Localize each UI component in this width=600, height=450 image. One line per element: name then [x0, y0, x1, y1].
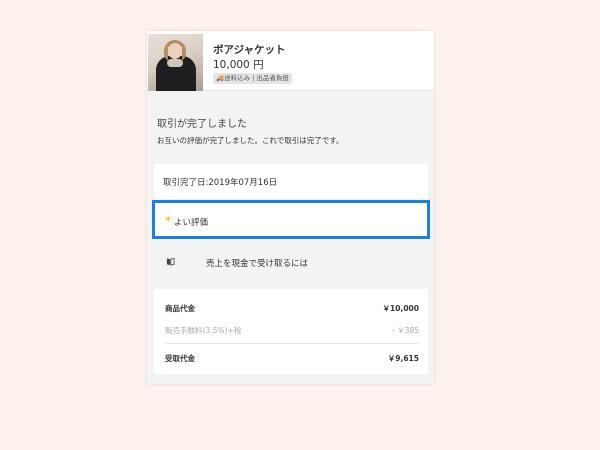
product-name: ボアジャケット: [213, 44, 286, 56]
thumbnail-scarf-shape: [167, 59, 183, 67]
sun-icon: ☀: [164, 215, 173, 225]
sales-fee-value: - ￥385: [392, 326, 419, 335]
received-amount-value: ￥9,615: [387, 354, 419, 363]
item-price-label: 商品代金: [165, 304, 195, 313]
cash-withdrawal-label: 売上を現金で受け取るには: [206, 259, 309, 269]
product-header[interactable]: ボアジャケット 10,000 円 🚚送料込み | 出品者負担: [147, 31, 434, 91]
sales-fee-label: 販売手数料(3.5%)+税: [165, 326, 242, 335]
completed-date-text: 取引完了日:2019年07月16日: [163, 178, 278, 188]
completed-date-row: 取引完了日:2019年07月16日: [154, 164, 428, 199]
product-thumbnail[interactable]: [148, 34, 203, 91]
book-icon: [166, 257, 175, 266]
thumbnail-face-shape: [168, 43, 182, 59]
item-price-value: ￥10,000: [382, 304, 419, 313]
rating-label: よい評価: [174, 218, 209, 228]
product-price: 10,000 円: [213, 59, 264, 71]
payment-summary: 商品代金 ￥10,000 販売手数料(3.5%)+税 - ￥385 受取代金 ￥…: [154, 289, 428, 374]
transaction-screen: ボアジャケット 10,000 円 🚚送料込み | 出品者負担 取引が完了しました…: [147, 31, 434, 384]
received-amount-label: 受取代金: [165, 354, 195, 363]
rating-row[interactable]: ☀ よい評価: [152, 200, 430, 239]
summary-divider: [165, 343, 419, 344]
shipping-badge: 🚚送料込み | 出品者負担: [213, 73, 292, 84]
cash-withdrawal-link[interactable]: 売上を現金で受け取るには: [154, 245, 428, 279]
transaction-complete-title: 取引が完了しました: [157, 119, 247, 130]
transaction-complete-message: お互いの評価が完了しました。これで取引は完了です。: [157, 136, 344, 145]
